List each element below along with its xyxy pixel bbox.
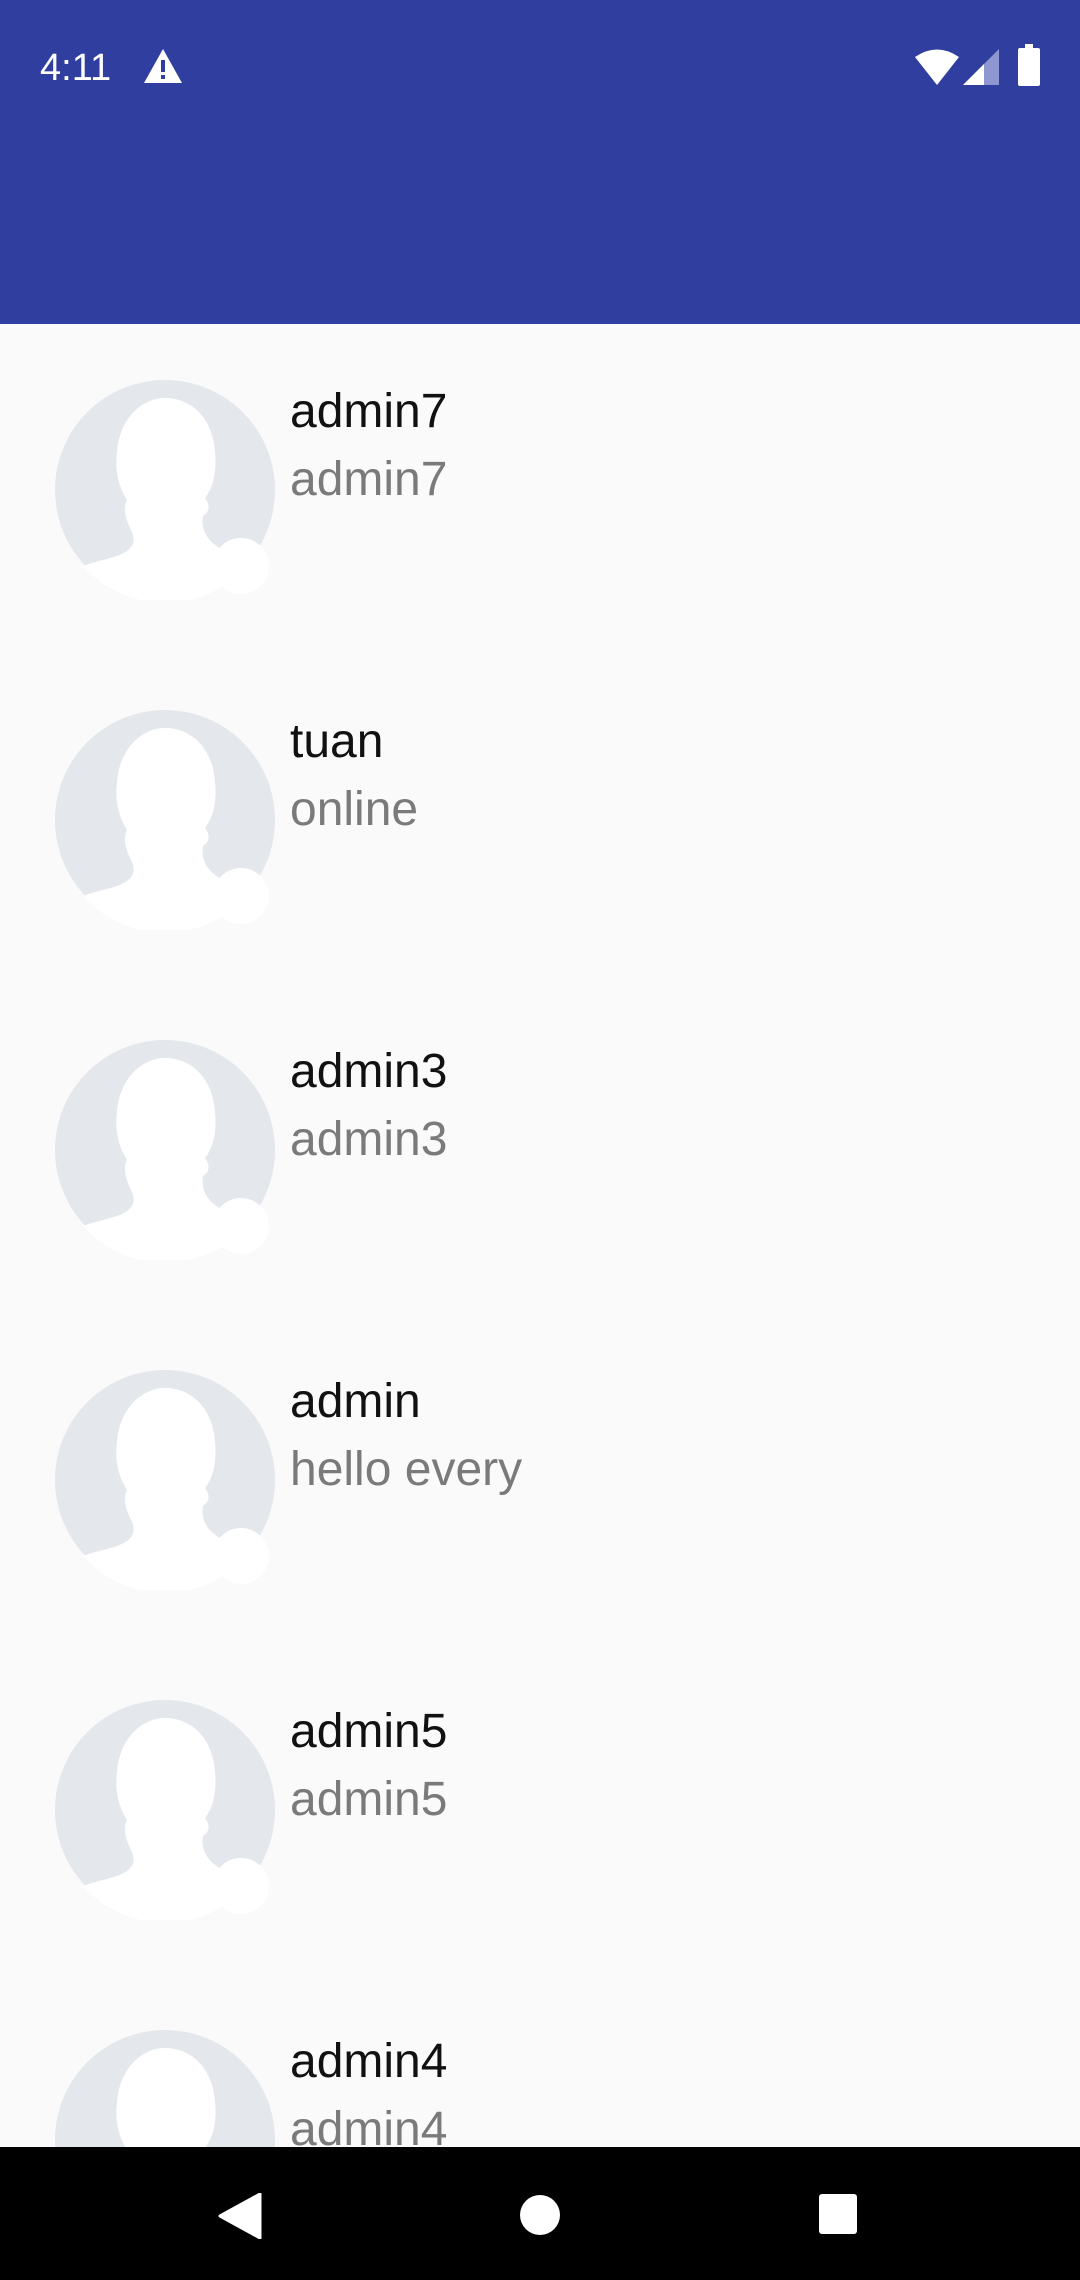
default-avatar-icon [55, 2030, 275, 2147]
contact-status: admin3 [290, 1113, 448, 1166]
cell-signal-icon [963, 49, 999, 85]
contact-list[interactable]: admin7 admin7 tuan online admin3 admin3 [0, 324, 1080, 2147]
contact-name: admin4 [290, 2035, 448, 2088]
contact-name: admin5 [290, 1705, 448, 1758]
default-avatar-icon [55, 1040, 275, 1260]
home-icon[interactable] [519, 2194, 561, 2236]
contact-name: admin [290, 1375, 421, 1428]
status-bar: 4:11 [0, 0, 1080, 136]
contact-name: admin3 [290, 1045, 448, 1098]
status-time: 4:11 [40, 47, 112, 89]
app-bar: 4:11 [0, 0, 1080, 324]
contact-name: admin7 [290, 385, 448, 438]
back-icon[interactable] [218, 2193, 262, 2239]
contact-status: hello every [290, 1443, 523, 1496]
default-avatar-icon [55, 710, 275, 930]
recents-icon[interactable] [818, 2193, 858, 2235]
contact-row[interactable]: admin5 admin5 [0, 1644, 1080, 1974]
contact-status: admin4 [290, 2103, 448, 2147]
warning-icon [144, 49, 182, 83]
contact-status: admin7 [290, 453, 448, 506]
screen: 4:11 admin7 admin7 tuan online admin3 ad… [0, 0, 1080, 2280]
wifi-icon [915, 49, 959, 85]
navigation-bar [0, 2147, 1080, 2280]
contact-row[interactable]: admin hello every [0, 1314, 1080, 1644]
contact-status: admin5 [290, 1773, 448, 1826]
contact-row[interactable]: admin3 admin3 [0, 984, 1080, 1314]
default-avatar-icon [55, 1700, 275, 1920]
contact-row[interactable]: admin4 admin4 [0, 1974, 1080, 2147]
default-avatar-icon [55, 1370, 275, 1590]
contact-row[interactable]: admin7 admin7 [0, 324, 1080, 654]
default-avatar-icon [55, 380, 275, 600]
contact-name: tuan [290, 715, 384, 768]
contact-status: online [290, 783, 419, 836]
contact-row[interactable]: tuan online [0, 654, 1080, 984]
battery-icon [1018, 44, 1040, 86]
